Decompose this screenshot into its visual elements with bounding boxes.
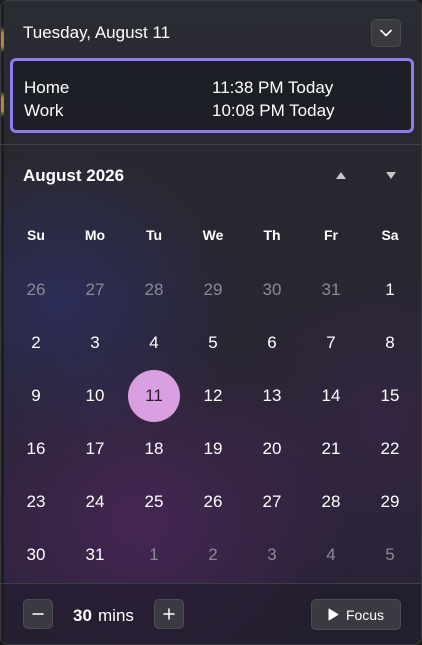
calendar-day[interactable]: 1 (128, 529, 180, 581)
clock-time: 11:38 PM Today (212, 78, 334, 97)
calendar-day[interactable]: 5 (187, 317, 239, 369)
clock-name: Home (24, 78, 70, 97)
calendar-day[interactable]: 10 (69, 370, 121, 422)
calendar-day[interactable]: 25 (128, 476, 180, 528)
calendar-day[interactable]: 22 (364, 423, 416, 475)
clock-name: Work (24, 101, 64, 120)
weekday-label: Sa (381, 227, 399, 243)
calendar-day[interactable]: 4 (305, 529, 357, 581)
calendar-day[interactable]: 30 (246, 264, 298, 316)
calendar-day[interactable]: 19 (187, 423, 239, 475)
calendar-day[interactable]: 13 (246, 370, 298, 422)
divider (1, 144, 421, 145)
calendar-day[interactable]: 12 (187, 370, 239, 422)
clock-time: 10:08 PM Today (212, 101, 335, 120)
increase-minutes-button[interactable] (154, 599, 184, 629)
calendar-day[interactable]: 30 (10, 529, 62, 581)
focus-minutes-unit: mins (98, 606, 134, 625)
start-focus-button[interactable]: Focus (311, 599, 401, 630)
collapse-button[interactable] (371, 19, 401, 47)
weekday-label: We (202, 227, 224, 243)
chevron-down-icon (380, 29, 392, 37)
focus-button-label: Focus (345, 606, 385, 623)
calendar-day[interactable]: 2 (10, 317, 62, 369)
calendar-day[interactable]: 26 (10, 264, 62, 316)
triangle-down-icon (386, 171, 396, 179)
calendar-day[interactable]: 27 (69, 264, 121, 316)
calendar-day[interactable]: 14 (305, 370, 357, 422)
calendar-day[interactable]: 31 (305, 264, 357, 316)
calendar-day[interactable]: 5 (364, 529, 416, 581)
triangle-up-icon (336, 171, 346, 179)
calendar-day[interactable]: 1 (364, 264, 416, 316)
world-clocks[interactable]: Home 11:38 PM Today Work 10:08 PM Today (10, 58, 414, 133)
calendar-day[interactable]: 27 (246, 476, 298, 528)
background-edge (1, 1, 4, 644)
calendar-day[interactable]: 26 (187, 476, 239, 528)
calendar-day[interactable]: 28 (128, 264, 180, 316)
minus-icon (32, 613, 44, 615)
calendar-day[interactable]: 7 (305, 317, 357, 369)
calendar-day[interactable]: 15 (364, 370, 416, 422)
month-title[interactable]: August 2026 (23, 166, 124, 186)
calendar-day[interactable]: 9 (10, 370, 62, 422)
calendar-flyout: Tuesday, August 11 Home 11:38 PM Today W… (0, 0, 422, 645)
previous-month-button[interactable] (330, 164, 352, 186)
next-month-button[interactable] (380, 164, 402, 186)
weekday-label: Tu (145, 227, 163, 243)
calendar-day[interactable]: 31 (69, 529, 121, 581)
plus-icon (163, 608, 175, 620)
calendar-day[interactable]: 3 (69, 317, 121, 369)
weekday-label: Mo (84, 227, 106, 243)
date-header[interactable]: Tuesday, August 11 (23, 23, 170, 43)
weekday-label: Su (27, 227, 45, 243)
weekday-label: Th (263, 227, 281, 243)
calendar-day[interactable]: 2 (187, 529, 239, 581)
decrease-minutes-button[interactable] (23, 599, 53, 629)
calendar-day[interactable]: 23 (10, 476, 62, 528)
weekday-label: Fr (324, 227, 338, 243)
calendar-day[interactable]: 8 (364, 317, 416, 369)
calendar-day[interactable]: 18 (128, 423, 180, 475)
calendar-day[interactable]: 4 (128, 317, 180, 369)
calendar-day[interactable]: 6 (246, 317, 298, 369)
calendar-day-today[interactable]: 11 (128, 370, 180, 422)
play-icon (328, 608, 339, 621)
focus-minutes-value: 30 (73, 606, 92, 625)
calendar-day[interactable]: 21 (305, 423, 357, 475)
calendar-day[interactable]: 3 (246, 529, 298, 581)
calendar-day[interactable]: 29 (187, 264, 239, 316)
calendar-day[interactable]: 24 (69, 476, 121, 528)
calendar-day[interactable]: 28 (305, 476, 357, 528)
calendar-day[interactable]: 20 (246, 423, 298, 475)
calendar-day[interactable]: 16 (10, 423, 62, 475)
calendar-day[interactable]: 29 (364, 476, 416, 528)
calendar-day[interactable]: 17 (69, 423, 121, 475)
